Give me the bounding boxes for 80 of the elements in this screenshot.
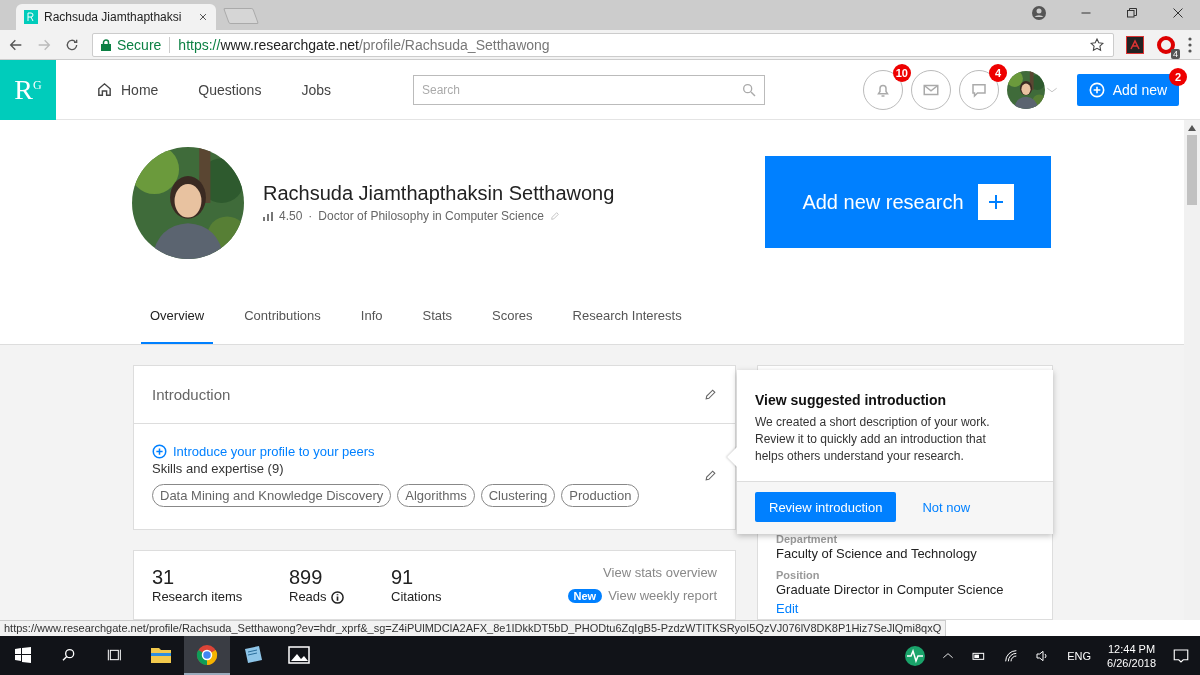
tab-title: Rachsuda Jiamthapthaksi bbox=[44, 10, 183, 24]
address-bar[interactable]: Secure https://www.researchgate.net/profile/Rachsuda_Setthawong bbox=[92, 32, 1114, 57]
language-indicator[interactable]: ENG bbox=[1067, 649, 1092, 662]
profile-name: Rachsuda Jiamthapthaksin Setthawong bbox=[263, 182, 616, 205]
pencil-icon bbox=[704, 388, 717, 401]
card-title: Introduction bbox=[152, 386, 231, 403]
close-icon[interactable] bbox=[198, 12, 208, 22]
lock-icon bbox=[101, 38, 111, 51]
notification-button[interactable] bbox=[959, 69, 999, 110]
stat-value: 91 bbox=[391, 565, 415, 589]
field-label: Position bbox=[776, 569, 821, 581]
pencil-icon bbox=[704, 469, 717, 482]
secure-label: Secure bbox=[101, 36, 171, 53]
plus-icon bbox=[977, 184, 1014, 220]
introduce-link[interactable]: Introduce your profile to your peers bbox=[152, 444, 640, 459]
popover-title: View suggested introduction bbox=[755, 392, 948, 408]
stats-overview-link[interactable]: View stats overview bbox=[603, 565, 717, 580]
stat-label: Research items bbox=[152, 589, 243, 605]
search-icon bbox=[741, 81, 757, 98]
pencil-icon bbox=[549, 211, 560, 221]
stat-value: 899 bbox=[289, 565, 324, 589]
status-url: https://www.researchgate.net/profile/Rachsuda_Setthawong?ev=hdr_xprf&_sg=Z4iPUlMDClA2AFX_8e1IDkkDT5bD_PHODtu6ZqIgB5-PzdzWTITKSRyoI5QzVJ076lV8DK8P1Hiz7SeJlQmi8qxQ bbox=[0, 620, 947, 636]
heartbeat-icon[interactable] bbox=[905, 645, 926, 666]
menu-icon[interactable] bbox=[1188, 36, 1192, 53]
field-value: Graduate Director in Computer Science bbox=[776, 581, 1005, 599]
separator-dot: · bbox=[308, 209, 313, 223]
weekly-report-link[interactable]: View weekly report bbox=[608, 588, 717, 603]
scrollbar-thumb[interactable] bbox=[1187, 135, 1197, 205]
profile-tab[interactable]: Stats bbox=[413, 288, 462, 344]
degree-text: Doctor of Philosophy in Computer Science bbox=[318, 209, 544, 223]
stat-label: Citations bbox=[391, 589, 442, 605]
count-badge: 2 bbox=[1169, 67, 1187, 86]
plus-circle-icon bbox=[1088, 81, 1105, 98]
plus-circle-icon bbox=[152, 444, 167, 459]
skills-heading: Skills and expertise (9) bbox=[152, 461, 285, 476]
favicon-icon bbox=[24, 10, 38, 24]
profile-tab[interactable]: Contributions bbox=[235, 288, 330, 344]
close-icon[interactable] bbox=[1172, 7, 1184, 19]
nav-link[interactable]: Questions bbox=[198, 81, 262, 98]
home-icon bbox=[96, 81, 113, 98]
nav-link[interactable]: Home bbox=[96, 81, 159, 98]
popover-text: We created a short description of your work. Review it to quickly add an introduction that helps others understand your research. bbox=[755, 414, 991, 465]
notepad-icon bbox=[242, 644, 264, 665]
review-button[interactable]: Review introduction bbox=[755, 492, 897, 522]
profile-tab[interactable]: Info bbox=[351, 288, 392, 344]
scroll-up-icon[interactable] bbox=[1188, 125, 1196, 131]
edit-link[interactable]: Edit bbox=[776, 601, 1034, 616]
browser-icon bbox=[196, 643, 218, 666]
restore-icon[interactable] bbox=[1126, 7, 1138, 19]
field-label: Department bbox=[776, 533, 839, 545]
extension-badge: 4 bbox=[1171, 48, 1180, 59]
count-badge: 10 bbox=[892, 63, 911, 82]
windows-icon bbox=[15, 646, 31, 663]
profile-icon[interactable] bbox=[1032, 6, 1046, 20]
bar-chart-icon bbox=[263, 211, 273, 221]
url-text: https://www.researchgate.net/profile/Rachsuda_Setthawong bbox=[178, 36, 550, 53]
pdf-extension-icon[interactable] bbox=[1126, 35, 1144, 54]
browser-tab[interactable]: Rachsuda Jiamthapthaksi bbox=[16, 4, 216, 30]
profile-tab[interactable]: Research Interests bbox=[563, 288, 691, 344]
not-now-button[interactable]: Not now bbox=[916, 498, 977, 516]
extension-icon[interactable] bbox=[1157, 35, 1175, 54]
taskbar-app[interactable] bbox=[184, 636, 230, 675]
stat-label: Reads bbox=[289, 589, 327, 605]
scrollbar[interactable] bbox=[1184, 120, 1200, 620]
count-badge: 4 bbox=[989, 63, 1007, 82]
search-icon bbox=[61, 646, 77, 663]
search-field[interactable]: Search bbox=[413, 74, 765, 105]
score-text: 4.50 bbox=[279, 209, 303, 223]
nav-link[interactable]: Jobs bbox=[301, 81, 331, 98]
add-research-button[interactable]: Add new research bbox=[765, 156, 1051, 248]
image-icon bbox=[288, 645, 310, 664]
clock[interactable]: 12:44 PM 6/26/2018 bbox=[1107, 641, 1156, 670]
profile-tab[interactable]: Scores bbox=[483, 288, 542, 344]
notification-icon[interactable] bbox=[1172, 646, 1190, 665]
new-badge: New bbox=[567, 588, 603, 603]
star-icon[interactable] bbox=[1089, 36, 1105, 53]
field-value: Faculty of Science and Technology bbox=[776, 545, 978, 563]
stat-value: 31 bbox=[152, 565, 176, 589]
folder-icon bbox=[150, 645, 172, 664]
info-icon[interactable] bbox=[330, 590, 344, 604]
